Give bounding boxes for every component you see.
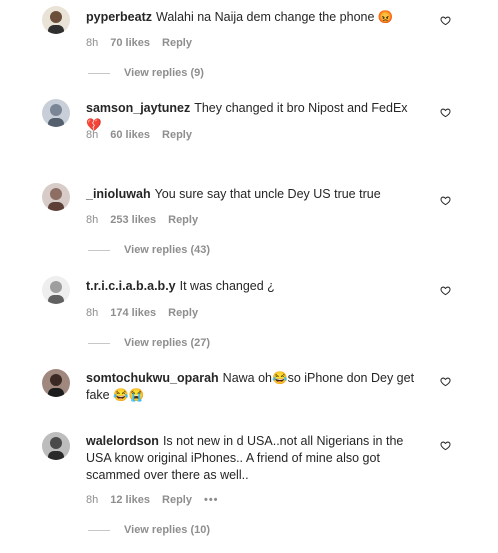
comment-username[interactable]: somtochukwu_oparah — [86, 371, 219, 385]
comment-text-block: somtochukwu_oparah Nawa oh😂so iPhone don … — [86, 370, 426, 404]
comment-meta: 8h 174 likes Reply — [86, 307, 210, 319]
avatar[interactable] — [42, 183, 70, 211]
heart-icon[interactable] — [440, 195, 451, 206]
avatar[interactable] — [42, 369, 70, 397]
avatar-image — [42, 6, 70, 34]
heart-icon[interactable] — [440, 285, 451, 296]
avatar[interactable] — [42, 276, 70, 304]
view-replies-label: View replies (43) — [124, 244, 211, 256]
comment-likes[interactable]: 253 likes — [110, 214, 156, 226]
comment-text-block: _inioluwah You sure say that uncle Dey US… — [86, 186, 426, 203]
comment-text: It was changed ¿ — [179, 279, 275, 293]
comment-username[interactable]: pyperbeatz — [86, 10, 152, 24]
comment-text-block: walelordson Is not new in d USA..not all … — [86, 433, 426, 484]
view-replies-label: View replies (9) — [124, 67, 204, 79]
reply-button[interactable]: Reply — [168, 214, 198, 226]
reply-button[interactable]: Reply — [162, 494, 192, 506]
heart-icon[interactable] — [440, 440, 451, 451]
view-replies-label: View replies (27) — [124, 337, 211, 349]
comment-username[interactable]: samson_jaytunez — [86, 101, 190, 115]
heart-icon[interactable] — [440, 107, 451, 118]
reply-button[interactable]: Reply — [162, 129, 192, 141]
comment-meta: 8h 60 likes Reply — [86, 129, 204, 141]
avatar-image — [42, 99, 70, 127]
comment-time: 8h — [86, 37, 99, 49]
view-replies-button[interactable]: View replies (10) — [88, 524, 210, 536]
avatar[interactable] — [42, 432, 70, 460]
comment-meta: 8h 253 likes Reply — [86, 214, 210, 226]
comment-likes[interactable]: 70 likes — [110, 37, 150, 49]
view-replies-button[interactable]: View replies (9) — [88, 67, 204, 79]
comment-username[interactable]: _inioluwah — [86, 187, 151, 201]
comment-time: 8h — [86, 494, 99, 506]
comment-meta: 8h 70 likes Reply — [86, 37, 204, 49]
avatar[interactable] — [42, 99, 70, 127]
replies-divider — [88, 249, 110, 251]
comment-likes[interactable]: 12 likes — [110, 494, 150, 506]
replies-divider — [88, 529, 110, 531]
comment-time: 8h — [86, 214, 99, 226]
avatar-image — [42, 369, 70, 397]
comment-text-block: pyperbeatz Walahi na Naija dem change the… — [86, 9, 426, 26]
avatar[interactable] — [42, 6, 70, 34]
comment-username[interactable]: walelordson — [86, 434, 159, 448]
view-replies-label: View replies (10) — [124, 524, 211, 536]
comment-text: Walahi na Naija dem change the phone 😡 — [156, 10, 394, 24]
comment-time: 8h — [86, 307, 99, 319]
comment-likes[interactable]: 174 likes — [110, 307, 156, 319]
comment-likes[interactable]: 60 likes — [110, 129, 150, 141]
reply-button[interactable]: Reply — [168, 307, 198, 319]
more-options-icon[interactable]: ••• — [204, 494, 219, 506]
replies-divider — [88, 342, 110, 344]
comment-text-block: t.r.i.c.i.a.b.a.b.y It was changed ¿ — [86, 278, 426, 295]
heart-icon[interactable] — [440, 15, 451, 26]
view-replies-button[interactable]: View replies (27) — [88, 337, 210, 349]
avatar-image — [42, 276, 70, 304]
avatar-image — [42, 432, 70, 460]
avatar-image — [42, 183, 70, 211]
comment-text: You sure say that uncle Dey US true true — [154, 187, 381, 201]
reply-button[interactable]: Reply — [162, 37, 192, 49]
view-replies-button[interactable]: View replies (43) — [88, 244, 210, 256]
comment-time: 8h — [86, 129, 99, 141]
comment-username[interactable]: t.r.i.c.i.a.b.a.b.y — [86, 279, 176, 293]
comment-meta: 8h 12 likes Reply ••• — [86, 494, 231, 506]
replies-divider — [88, 72, 110, 74]
heart-icon[interactable] — [440, 376, 451, 387]
